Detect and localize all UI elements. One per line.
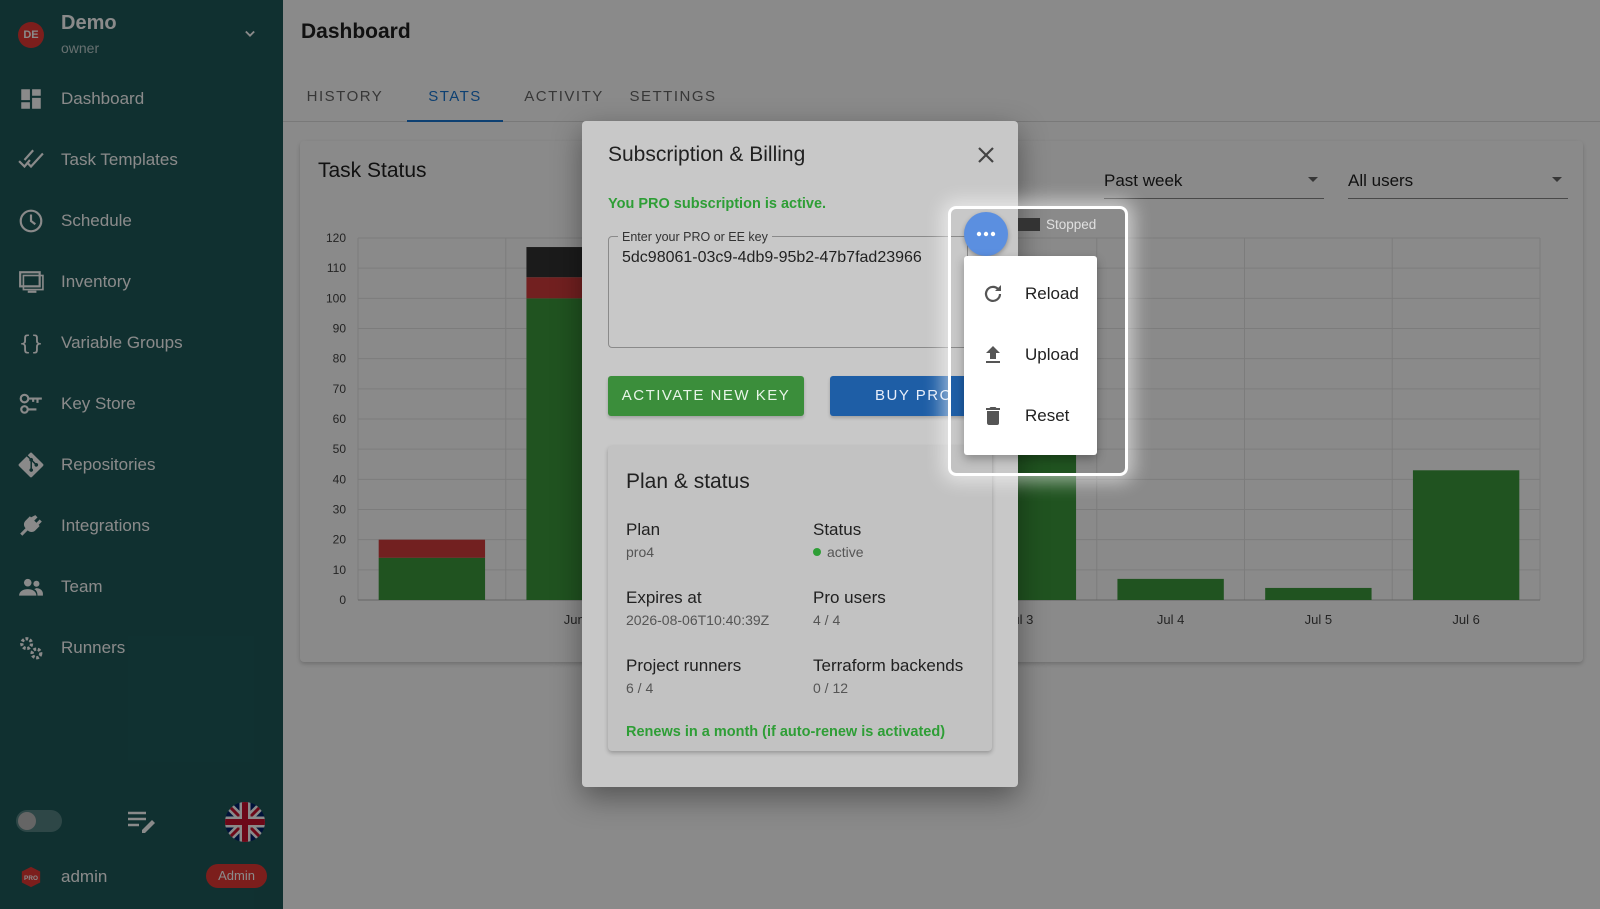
menu-item-reload[interactable]: Reload <box>964 264 1097 324</box>
actions-menu: Reload Upload Reset <box>964 256 1097 455</box>
license-key-field[interactable]: 5dc98061-03c9-4db9-95b2-47b7fad23966 <box>608 236 968 348</box>
renew-message: Renews in a month (if auto-renew is acti… <box>626 724 946 740</box>
upload-icon <box>986 346 1000 363</box>
field-label: Status <box>813 520 862 539</box>
field-label: Project runners <box>626 656 742 675</box>
field-value: 6 / 4 <box>626 680 654 696</box>
expires-field: Expires at 2026-08-06T10:40:39Z <box>626 588 806 628</box>
field-label: Pro users <box>813 588 886 607</box>
field-value-row: active <box>813 544 993 560</box>
field-value: 4 / 4 <box>813 612 841 628</box>
reload-icon <box>984 285 1002 302</box>
menu-item-upload[interactable]: Upload <box>964 325 1097 385</box>
menu-item-label: Upload <box>1025 345 1079 364</box>
field-value: 2026-08-06T10:40:39Z <box>626 612 770 628</box>
field-value: pro4 <box>626 544 655 560</box>
more-actions-button[interactable] <box>964 212 1008 256</box>
menu-item-label: Reload <box>1025 284 1079 303</box>
dialog-title: Subscription & Billing <box>608 143 806 166</box>
terraform-backends-field: Terraform backends 0 / 12 <box>813 656 993 696</box>
field-value: active <box>827 544 864 560</box>
plan-card-title: Plan & status <box>626 470 750 493</box>
menu-item-reset[interactable]: Reset <box>964 386 1097 446</box>
plan-status-card: Plan & status Plan pro4 Status active Ex… <box>608 446 992 751</box>
legend-item-stopped: Stopped <box>1018 217 1096 232</box>
subscription-status-message: You PRO subscription is active. <box>608 196 827 212</box>
project-runners-field: Project runners 6 / 4 <box>626 656 806 696</box>
more-horizontal-icon <box>976 231 996 237</box>
field-label: Plan <box>626 520 661 539</box>
activate-key-button[interactable]: ACTIVATE NEW KEY <box>608 376 804 416</box>
license-key-value: 5dc98061-03c9-4db9-95b2-47b7fad23966 <box>622 249 922 266</box>
status-dot <box>813 548 821 556</box>
legend-swatch <box>1018 218 1040 231</box>
field-value: 0 / 12 <box>813 680 849 696</box>
menu-item-label: Reset <box>1025 406 1070 425</box>
status-field: Status active <box>813 520 993 560</box>
pro-users-field: Pro users 4 / 4 <box>813 588 993 628</box>
license-key-label: Enter your PRO or EE key <box>618 230 772 244</box>
plan-field: Plan pro4 <box>626 520 806 560</box>
trash-icon <box>986 407 1000 425</box>
field-label: Expires at <box>626 588 702 607</box>
field-label: Terraform backends <box>813 656 964 675</box>
close-icon[interactable] <box>974 143 998 167</box>
legend-label: Stopped <box>1046 217 1097 232</box>
